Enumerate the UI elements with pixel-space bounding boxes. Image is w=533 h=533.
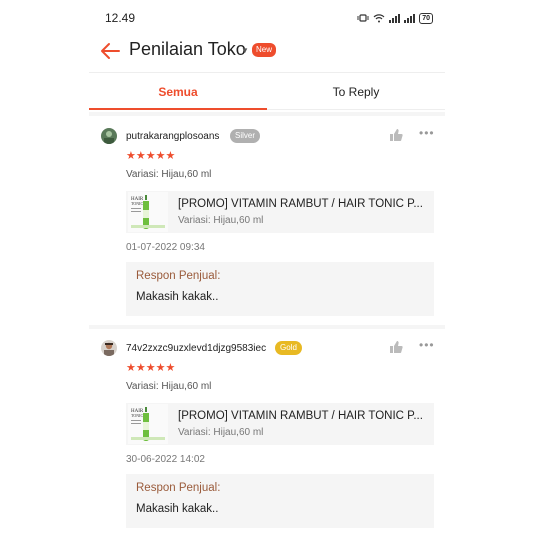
response-label: Respon Penjual: bbox=[136, 270, 221, 282]
tab-semua[interactable]: Semua bbox=[89, 73, 267, 110]
caret-down-icon[interactable]: ▼ bbox=[241, 46, 249, 55]
rating-stars: ★★★★★ bbox=[126, 150, 176, 162]
product-name: [PROMO] VITAMIN RAMBUT / HAIR TONIC P... bbox=[178, 198, 423, 210]
new-badge: New bbox=[252, 43, 277, 57]
tab-to-reply[interactable]: To Reply bbox=[267, 73, 445, 109]
product-thumbnail: HAIR TONIC bbox=[128, 404, 168, 444]
tier-badge: Silver bbox=[230, 129, 261, 143]
review-variant: Variasi: Hijau,60 ml bbox=[126, 169, 212, 180]
product-thumbnail: HAIR TONIC bbox=[128, 192, 168, 232]
avatar[interactable] bbox=[101, 128, 117, 144]
review-date: 30-06-2022 14:02 bbox=[126, 454, 205, 465]
back-arrow-icon[interactable] bbox=[99, 40, 121, 62]
rating-stars: ★★★★★ bbox=[126, 362, 176, 374]
status-bar: 12.49 70 bbox=[89, 0, 445, 34]
section-divider bbox=[89, 325, 445, 329]
app-screen: 12.49 70 Penilaian Toko ▼ New Semua To R… bbox=[89, 0, 445, 533]
app-header: Penilaian Toko ▼ New bbox=[89, 34, 445, 70]
battery-icon: 70 bbox=[419, 12, 433, 24]
status-time: 12.49 bbox=[105, 11, 136, 25]
tier-badge: Gold bbox=[275, 341, 302, 355]
response-text: Makasih kakak.. bbox=[136, 291, 219, 303]
status-icons: 70 bbox=[357, 12, 433, 24]
seller-response: Respon Penjual: Makasih kakak.. bbox=[126, 474, 434, 528]
avatar[interactable] bbox=[101, 340, 117, 356]
thumbs-up-icon[interactable] bbox=[389, 128, 403, 142]
reviewer-username: putrakarangplosoans bbox=[126, 131, 220, 142]
product-variant: Variasi: Hijau,60 ml bbox=[178, 427, 264, 438]
section-divider bbox=[89, 112, 445, 116]
review-tabs: Semua To Reply bbox=[89, 72, 445, 110]
wifi-icon bbox=[373, 14, 385, 23]
review-variant: Variasi: Hijau,60 ml bbox=[126, 381, 212, 392]
reviewer-username: 74v2zxzc9uzxlevd1djzg9583iec bbox=[126, 343, 267, 354]
page-title[interactable]: Penilaian Toko bbox=[129, 39, 246, 60]
signal-icon-1 bbox=[389, 13, 401, 23]
vibrate-icon bbox=[357, 14, 369, 22]
product-name: [PROMO] VITAMIN RAMBUT / HAIR TONIC P... bbox=[178, 410, 423, 422]
signal-icon-2 bbox=[404, 13, 416, 23]
seller-response: Respon Penjual: Makasih kakak.. bbox=[126, 262, 434, 316]
review-date: 01-07-2022 09:34 bbox=[126, 242, 205, 253]
response-text: Makasih kakak.. bbox=[136, 503, 219, 515]
more-options-icon[interactable]: ••• bbox=[419, 338, 435, 352]
svg-text:TONIC: TONIC bbox=[131, 201, 143, 206]
response-label: Respon Penjual: bbox=[136, 482, 221, 494]
product-card[interactable]: HAIR TONIC [PROMO] VITAMIN RAMBUT / HAIR… bbox=[126, 403, 434, 445]
product-variant: Variasi: Hijau,60 ml bbox=[178, 215, 264, 226]
thumbs-up-icon[interactable] bbox=[389, 340, 403, 354]
svg-text:TONIC: TONIC bbox=[131, 413, 143, 418]
product-card[interactable]: HAIR TONIC [PROMO] VITAMIN RAMBUT / HAIR… bbox=[126, 191, 434, 233]
more-options-icon[interactable]: ••• bbox=[419, 126, 435, 140]
